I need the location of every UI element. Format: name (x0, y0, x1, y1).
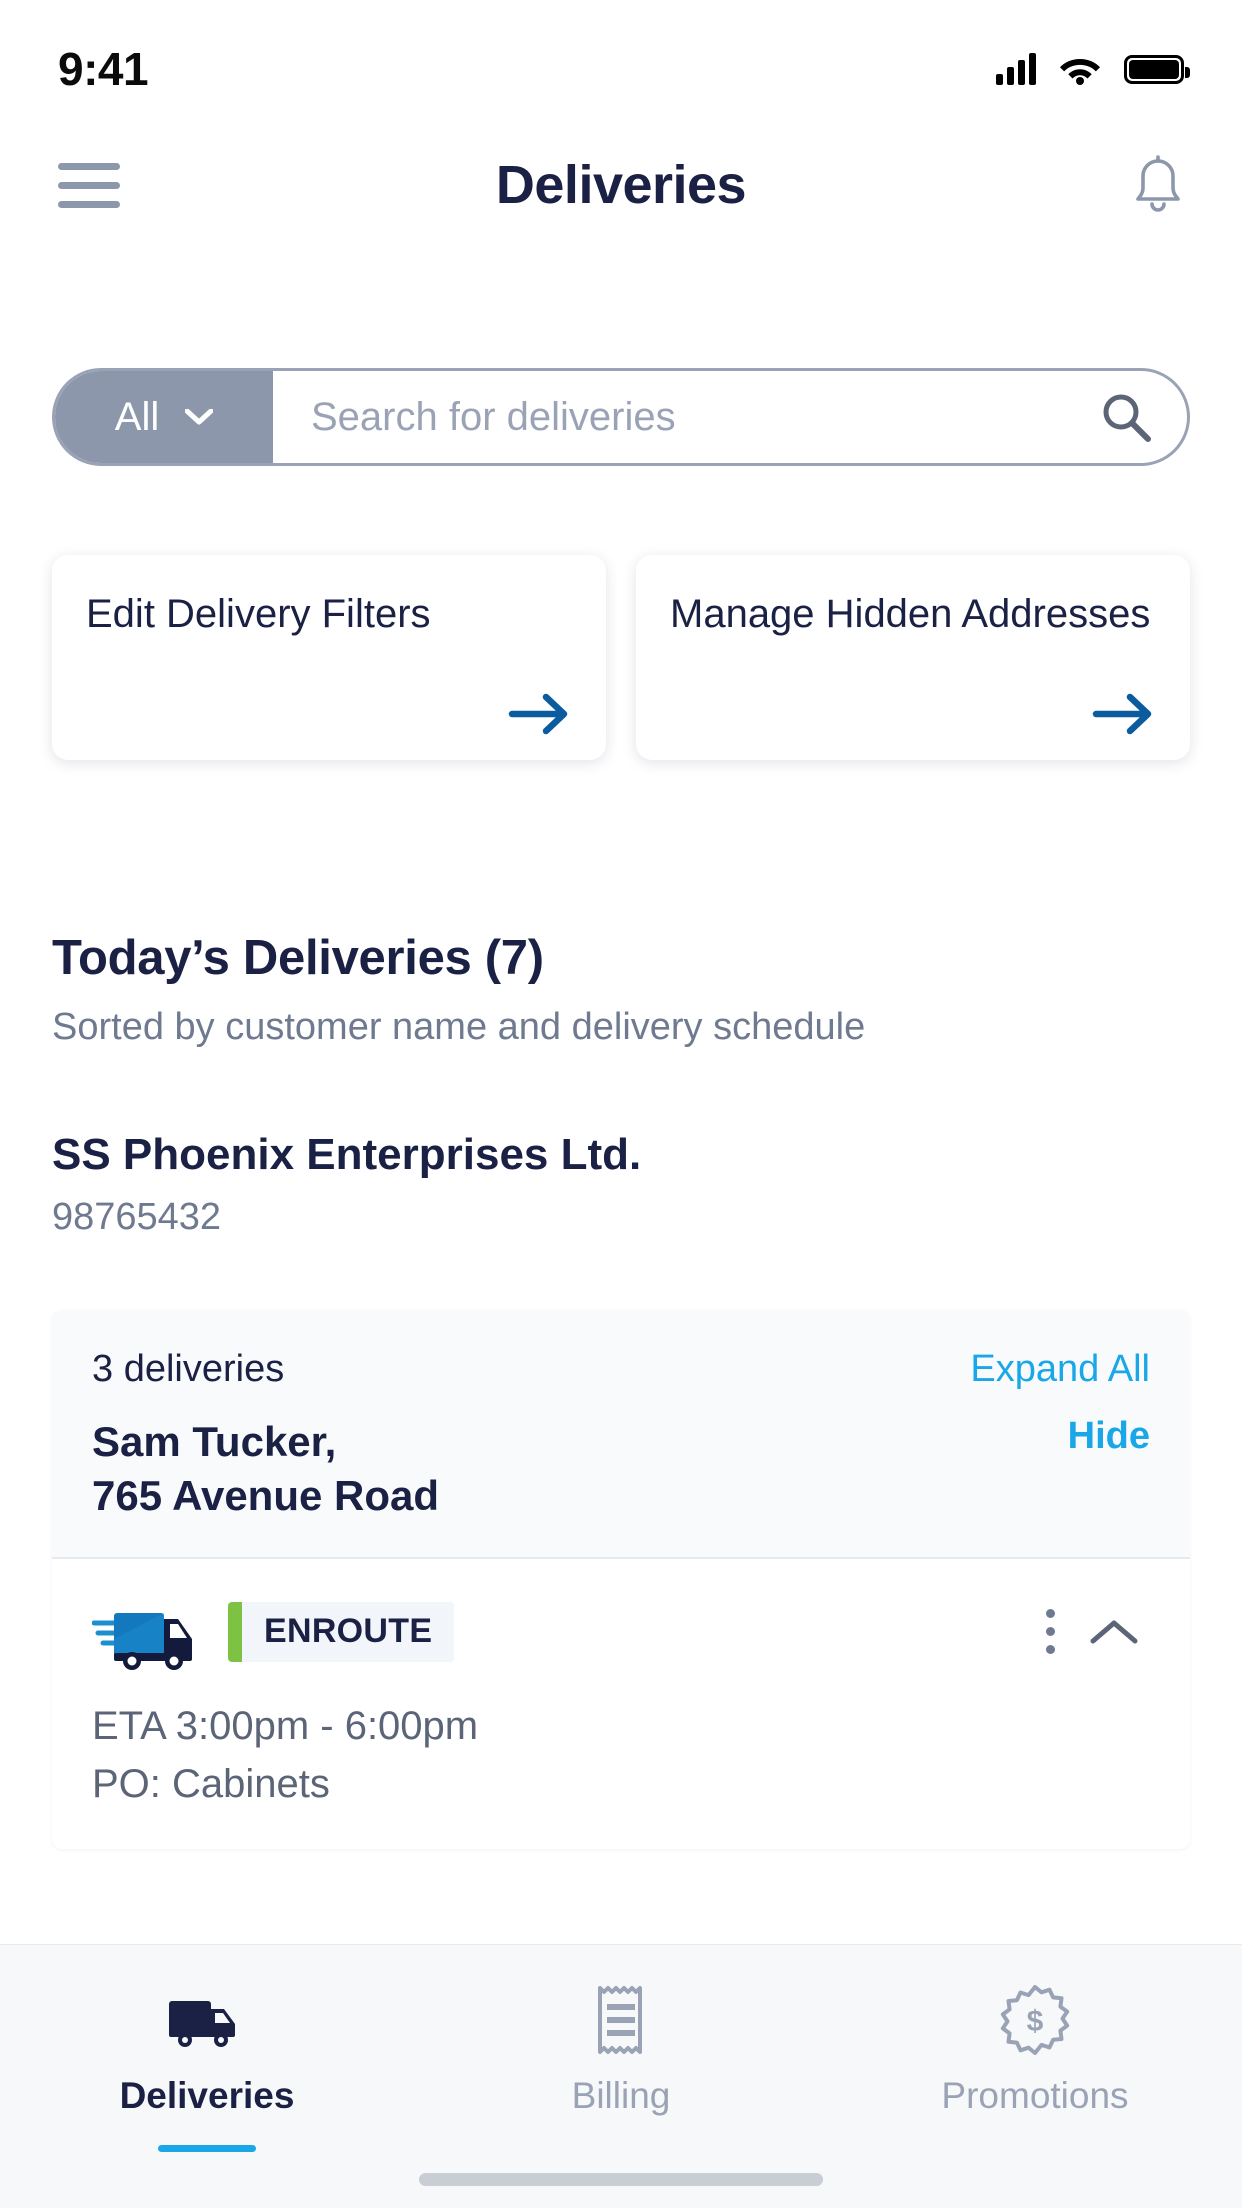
delivery-details: ETA 3:00pm - 6:00pm PO: Cabinets (92, 1697, 1150, 1813)
delivery-count-label: 3 deliveries (92, 1348, 285, 1390)
action-cards: Edit Delivery Filters Manage Hidden Addr… (52, 555, 1190, 760)
delivery-group-header: 3 deliveries Expand All Sam Tucker, 765 … (52, 1310, 1190, 1557)
active-tab-indicator (158, 2145, 256, 2152)
tab-promotions[interactable]: $ Promotions (828, 1983, 1242, 2152)
bell-icon[interactable] (1122, 155, 1184, 215)
chevron-down-icon (185, 409, 214, 425)
manage-hidden-addresses-card[interactable]: Manage Hidden Addresses (636, 555, 1190, 760)
hide-link[interactable]: Hide (1068, 1415, 1150, 1458)
tab-billing[interactable]: Billing (414, 1983, 828, 2152)
status-time: 9:41 (58, 43, 149, 95)
svg-text:$: $ (1027, 2005, 1044, 2038)
status-icons (996, 35, 1190, 85)
card-title: Edit Delivery Filters (86, 592, 431, 636)
home-indicator[interactable] (419, 2173, 823, 2186)
status-color-bar (228, 1601, 242, 1662)
truck-icon (163, 1983, 251, 2057)
app-header: Deliveries (0, 120, 1242, 250)
arrow-right-icon (1092, 693, 1152, 735)
section-header: Today’s Deliveries (7) Sorted by custome… (52, 930, 1190, 1049)
street-address: 765 Avenue Road (92, 1471, 440, 1519)
wifi-icon (1058, 53, 1102, 85)
delivery-truck-icon (92, 1612, 192, 1670)
hamburger-menu-icon[interactable] (58, 162, 120, 208)
delivery-address: Sam Tucker, 765 Avenue Road (92, 1415, 439, 1523)
more-vertical-icon[interactable] (1022, 1609, 1078, 1654)
search-filter-label: All (114, 394, 160, 439)
customer-name: SS Phoenix Enterprises Ltd. (52, 1130, 642, 1179)
page-title: Deliveries (495, 155, 747, 215)
status-badge-label: ENROUTE (264, 1612, 433, 1650)
bottom-navigation: Deliveries Billing $ Promotions (0, 1944, 1242, 2208)
receipt-icon (592, 1983, 650, 2057)
section-heading: Today’s Deliveries (7) (52, 931, 544, 985)
card-title: Manage Hidden Addresses (670, 592, 1151, 636)
tab-deliveries[interactable]: Deliveries (0, 1983, 414, 2152)
delivery-po: PO: Cabinets (92, 1761, 330, 1806)
app-screen: 9:41 Deliveries All Search for deliverie… (0, 0, 1242, 2208)
dollar-badge-icon: $ (999, 1983, 1071, 2057)
status-badge: ENROUTE (228, 1601, 455, 1662)
recipient-name: Sam Tucker, (92, 1418, 337, 1465)
chevron-up-icon[interactable] (1078, 1617, 1150, 1647)
delivery-item-header: ENROUTE (92, 1593, 1150, 1671)
search-bar-container: All Search for deliveries (52, 368, 1190, 466)
search-icon[interactable] (1099, 390, 1153, 444)
delivery-group-card: 3 deliveries Expand All Sam Tucker, 765 … (52, 1310, 1190, 1849)
tab-label: Billing (571, 2075, 671, 2116)
search-placeholder: Search for deliveries (311, 394, 676, 439)
search-bar: All Search for deliveries (52, 368, 1190, 466)
expand-all-link[interactable]: Expand All (970, 1348, 1150, 1391)
section-subheading: Sorted by customer name and delivery sch… (52, 1006, 866, 1048)
edit-delivery-filters-card[interactable]: Edit Delivery Filters (52, 555, 606, 760)
search-input[interactable]: Search for deliveries (273, 371, 1187, 463)
tab-label: Deliveries (119, 2075, 295, 2116)
delivery-item: ENROUTE ETA 3:00pm - 6:00pm PO: Cabinets (52, 1556, 1190, 1849)
status-bar: 9:41 (0, 0, 1242, 120)
cellular-signal-icon (996, 53, 1036, 85)
arrow-right-icon (508, 693, 568, 735)
active-tab-indicator (572, 2145, 670, 2152)
active-tab-indicator (986, 2145, 1084, 2152)
battery-full-icon (1124, 54, 1190, 84)
tab-label: Promotions (941, 2075, 1129, 2116)
customer-block: SS Phoenix Enterprises Ltd. 98765432 (52, 1130, 1190, 1239)
delivery-eta: ETA 3:00pm - 6:00pm (92, 1703, 479, 1748)
search-filter-dropdown[interactable]: All (55, 371, 273, 463)
customer-account-number: 98765432 (52, 1196, 222, 1238)
